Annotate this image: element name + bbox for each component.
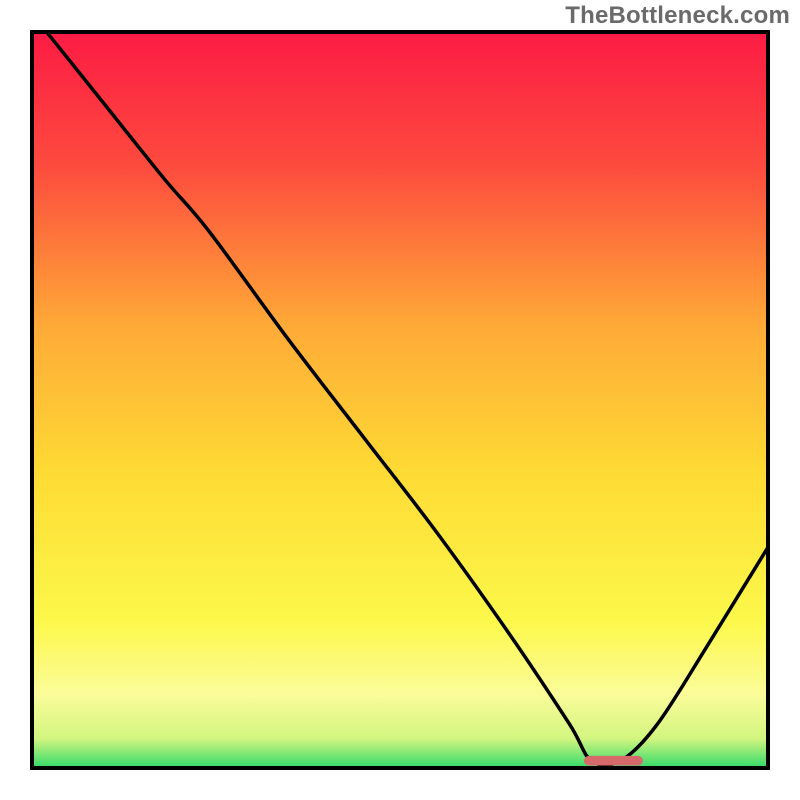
watermark-text: TheBottleneck.com bbox=[565, 2, 790, 30]
chart-container: TheBottleneck.com bbox=[0, 0, 800, 800]
plot-background bbox=[32, 32, 768, 768]
chart-svg bbox=[0, 0, 800, 800]
optimal-marker bbox=[584, 756, 643, 766]
